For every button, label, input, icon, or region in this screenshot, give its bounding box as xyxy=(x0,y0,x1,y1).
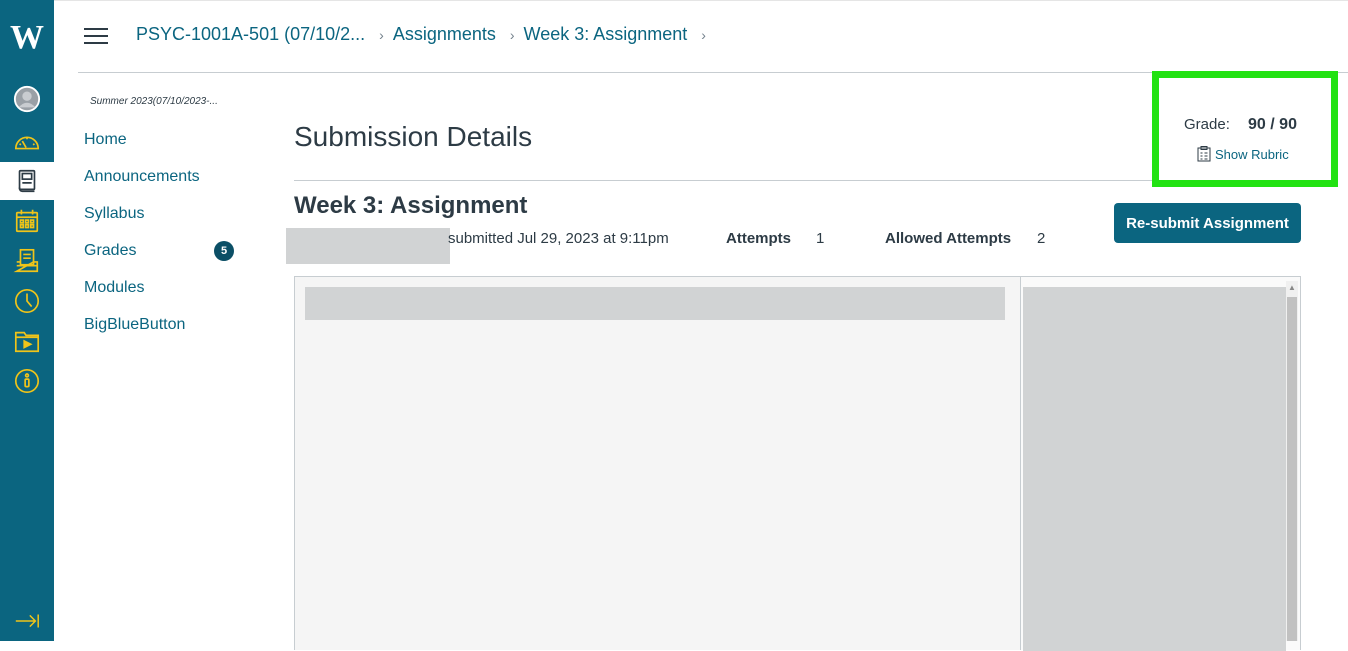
help-icon xyxy=(14,368,40,394)
course-navigation: Summer 2023(07/10/2023-... Home Announce… xyxy=(78,96,258,351)
comments-scrollbar[interactable]: ▲ xyxy=(1286,281,1298,641)
account-nav-item[interactable] xyxy=(0,80,54,118)
courses-nav-item[interactable] xyxy=(0,162,54,200)
rubric-icon xyxy=(1197,146,1211,162)
redacted-preview-content xyxy=(305,287,1005,320)
help-nav-item[interactable] xyxy=(0,363,54,399)
breadcrumb-assignments[interactable]: Assignments xyxy=(393,24,496,45)
allowed-attempts-label: Allowed Attempts xyxy=(885,230,1012,247)
title-divider xyxy=(294,180,1300,181)
redacted-student-name xyxy=(286,228,450,264)
collapse-nav-button[interactable] xyxy=(0,603,54,639)
submission-preview xyxy=(294,276,1022,650)
resubmit-assignment-button[interactable]: Re-submit Assignment xyxy=(1114,203,1301,243)
grade-row: Grade: 90 / 90 xyxy=(1184,116,1297,134)
avatar-icon xyxy=(13,85,41,113)
course-nav-grades-label: Grades xyxy=(84,242,137,259)
scroll-up-arrow-icon[interactable]: ▲ xyxy=(1286,281,1298,295)
submission-timestamp: submitted Jul 29, 2023 at 9:11pm xyxy=(448,230,669,247)
inbox-nav-item[interactable] xyxy=(0,243,54,279)
collapse-icon xyxy=(15,614,39,628)
dashboard-icon xyxy=(14,136,40,150)
scrollbar-thumb[interactable] xyxy=(1287,297,1297,641)
term-label: Summer 2023(07/10/2023-... xyxy=(90,96,218,107)
course-nav-home[interactable]: Home xyxy=(84,129,258,166)
course-nav-syllabus[interactable]: Syllabus xyxy=(84,203,258,240)
grade-value: 90 / 90 xyxy=(1248,116,1297,133)
breadcrumb-course[interactable]: PSYC-1001A-501 (07/10/2... xyxy=(136,24,365,45)
hamburger-icon-line xyxy=(84,42,108,44)
grade-label: Grade: xyxy=(1184,116,1230,133)
redacted-comments-content xyxy=(1023,287,1286,651)
page-header: PSYC-1001A-501 (07/10/2... › Assignments… xyxy=(78,0,1348,73)
comments-panel: ▲ xyxy=(1020,276,1301,651)
calendar-nav-item[interactable] xyxy=(0,203,54,239)
course-menu-toggle[interactable] xyxy=(84,28,108,46)
clock-icon xyxy=(14,288,40,314)
allowed-attempts-value: 2 xyxy=(1037,230,1046,247)
studio-icon xyxy=(14,331,40,353)
inbox-icon xyxy=(13,248,39,273)
global-navigation: W xyxy=(0,0,54,641)
page-title: Submission Details xyxy=(294,121,533,152)
hamburger-icon-line xyxy=(84,28,108,30)
studio-nav-item[interactable] xyxy=(0,323,54,359)
history-nav-item[interactable] xyxy=(0,283,54,319)
grades-count-badge: 5 xyxy=(214,241,234,261)
assignment-title: Week 3: Assignment xyxy=(294,192,528,219)
chevron-right-icon: › xyxy=(379,26,384,43)
chevron-right-icon: › xyxy=(701,26,706,43)
course-nav-announcements[interactable]: Announcements xyxy=(84,166,258,203)
course-nav-grades[interactable]: Grades 5 xyxy=(84,240,258,277)
show-rubric-label: Show Rubric xyxy=(1215,146,1289,162)
breadcrumb-week3-assignment[interactable]: Week 3: Assignment xyxy=(524,24,688,45)
chevron-right-icon: › xyxy=(509,26,515,43)
institution-logo[interactable]: W xyxy=(0,18,54,58)
calendar-icon xyxy=(15,209,39,233)
grade-summary: Grade: 90 / 90 Show Rubric xyxy=(1152,71,1338,187)
courses-icon xyxy=(18,169,36,193)
breadcrumb: PSYC-1001A-501 (07/10/2... › Assignments… xyxy=(136,24,715,45)
attempts-label: Attempts xyxy=(726,230,792,247)
show-rubric-link[interactable]: Show Rubric xyxy=(1197,146,1289,162)
course-nav-modules[interactable]: Modules xyxy=(84,277,258,314)
course-nav-bigbluebutton[interactable]: BigBlueButton xyxy=(84,314,258,351)
hamburger-icon-line xyxy=(84,35,108,37)
dashboard-nav-item[interactable] xyxy=(0,124,54,160)
attempts-value: 1 xyxy=(816,230,825,247)
